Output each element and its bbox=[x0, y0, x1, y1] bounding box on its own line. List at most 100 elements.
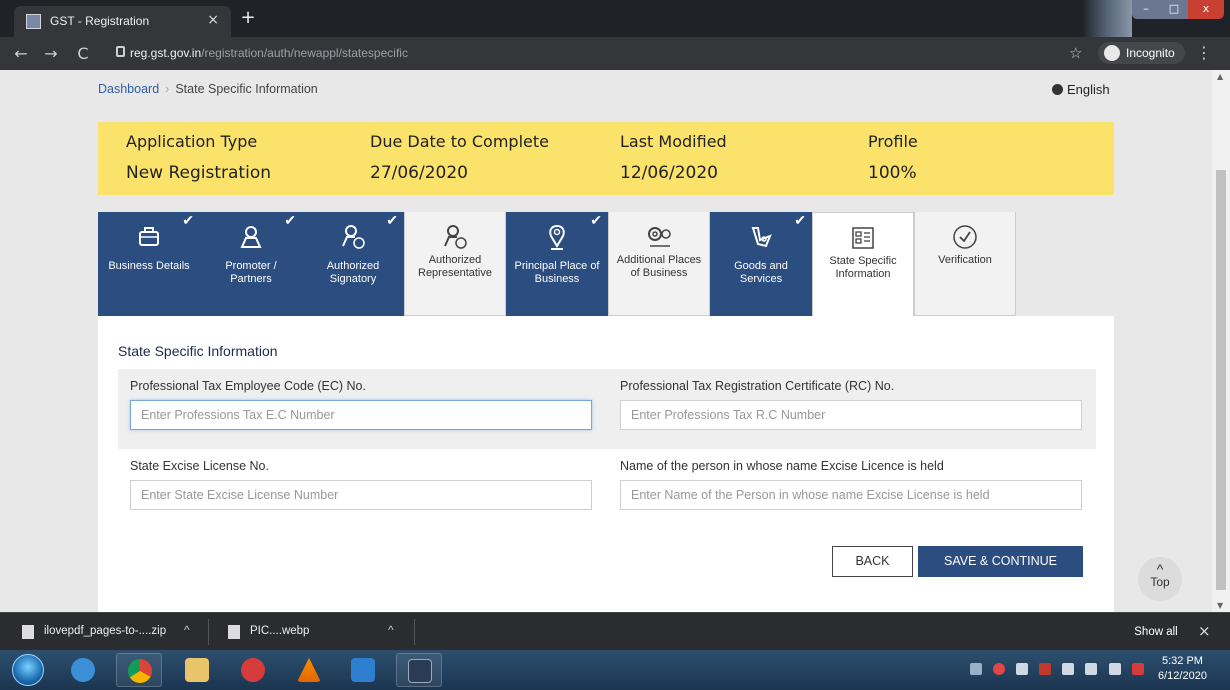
save-continue-button[interactable]: SAVE & CONTINUE bbox=[918, 546, 1083, 577]
multi-location-icon bbox=[609, 222, 709, 252]
forward-arrow-icon[interactable]: → bbox=[42, 44, 60, 63]
summary-label: Last Modified bbox=[620, 132, 727, 151]
scroll-to-top-button[interactable]: ^ Top bbox=[1138, 557, 1182, 601]
breadcrumb-separator: › bbox=[165, 82, 170, 96]
flag-icon[interactable] bbox=[1131, 663, 1144, 675]
chrome-icon bbox=[128, 659, 152, 683]
download-item[interactable]: PIC....webp ^ bbox=[228, 613, 408, 651]
image-file-icon bbox=[228, 625, 240, 639]
excise-holder-name-input[interactable]: Enter Name of the Person in whose name E… bbox=[620, 480, 1082, 510]
volume-icon[interactable] bbox=[1108, 663, 1121, 675]
incognito-badge[interactable]: Incognito bbox=[1098, 42, 1185, 64]
breadcrumb: Dashboard › State Specific Information bbox=[98, 82, 318, 96]
vlc-taskbar-button[interactable] bbox=[286, 653, 332, 687]
divider bbox=[414, 619, 415, 645]
summary-label: Due Date to Complete bbox=[370, 132, 549, 151]
os-taskbar: 5:32 PM 6/12/2020 bbox=[0, 650, 1230, 690]
url-text: reg.gst.gov.in/registration/auth/newappl… bbox=[130, 46, 408, 60]
back-arrow-icon[interactable]: ← bbox=[12, 44, 30, 63]
tab-close-icon[interactable]: × bbox=[207, 12, 219, 28]
system-tray bbox=[970, 660, 1150, 680]
step-state-specific[interactable]: State Specific Information bbox=[812, 212, 914, 316]
reload-icon[interactable]: C bbox=[74, 44, 92, 63]
address-bar[interactable]: reg.gst.gov.in/registration/auth/newappl… bbox=[104, 41, 1104, 66]
application-summary-banner: Application Type New Registration Due Da… bbox=[98, 122, 1114, 195]
lock-icon bbox=[116, 46, 125, 57]
language-selector[interactable]: English bbox=[1052, 82, 1110, 97]
state-specific-form: State Specific Information Professional … bbox=[98, 316, 1114, 612]
ec-number-input[interactable]: Enter Professions Tax E.C Number bbox=[130, 400, 592, 430]
system-clock[interactable]: 5:32 PM 6/12/2020 bbox=[1158, 654, 1207, 684]
browser-menu-icon[interactable]: ⋮ bbox=[1196, 43, 1212, 62]
list-icon bbox=[813, 223, 913, 253]
window-close-button[interactable]: x bbox=[1188, 0, 1224, 19]
chevron-up-icon[interactable]: ^ bbox=[184, 623, 190, 637]
minimize-button[interactable]: – bbox=[1132, 0, 1160, 19]
bookmark-star-icon[interactable]: ☆ bbox=[1069, 44, 1082, 62]
file-explorer-taskbar-button[interactable] bbox=[174, 653, 220, 687]
step-goods-services[interactable]: ✔ Goods and Services bbox=[710, 212, 812, 316]
excise-license-label: State Excise License No. bbox=[130, 459, 269, 473]
step-authorized-representative[interactable]: Authorized Representative bbox=[404, 212, 506, 316]
back-button[interactable]: BACK bbox=[832, 546, 913, 577]
browser-tab[interactable]: GST - Registration × bbox=[14, 6, 231, 37]
chrome-taskbar-button[interactable] bbox=[116, 653, 162, 687]
step-authorized-signatory[interactable]: ✔ Authorized Signatory bbox=[302, 212, 404, 316]
step-verification[interactable]: Verification bbox=[914, 212, 1016, 316]
breadcrumb-dashboard-link[interactable]: Dashboard bbox=[98, 82, 159, 96]
step-label: Business Details bbox=[108, 260, 190, 272]
step-promoter-partners[interactable]: ✔ Promoter / Partners bbox=[200, 212, 302, 316]
rc-number-input[interactable]: Enter Professions Tax R.C Number bbox=[620, 400, 1082, 430]
summary-due-date: Due Date to Complete 27/06/2020 bbox=[370, 132, 549, 183]
chevron-up-icon[interactable]: ^ bbox=[388, 623, 394, 637]
network-icon[interactable] bbox=[1062, 663, 1075, 675]
step-additional-places[interactable]: Additional Places of Business bbox=[608, 212, 710, 316]
summary-last-modified: Last Modified 12/06/2020 bbox=[620, 132, 727, 183]
app-taskbar-button[interactable] bbox=[230, 653, 276, 687]
zip-file-icon bbox=[22, 625, 34, 639]
antivirus-icon[interactable] bbox=[1039, 663, 1052, 675]
media-player-icon bbox=[351, 658, 375, 682]
incognito-icon bbox=[1104, 45, 1120, 61]
internet-explorer-taskbar-button[interactable] bbox=[60, 653, 106, 687]
incognito-label: Incognito bbox=[1126, 46, 1175, 60]
step-business-details[interactable]: ✔ Business Details bbox=[98, 212, 200, 316]
summary-application-type: Application Type New Registration bbox=[126, 132, 271, 183]
ec-number-label: Professional Tax Employee Code (EC) No. bbox=[130, 379, 366, 393]
browser-toolbar: ← → C reg.gst.gov.in/registration/auth/n… bbox=[0, 37, 1230, 70]
step-label: Verification bbox=[938, 254, 992, 266]
site-favicon-icon bbox=[26, 14, 41, 29]
summary-value: 12/06/2020 bbox=[620, 163, 718, 183]
download-item[interactable]: ilovepdf_pages-to-....zip ^ bbox=[22, 613, 202, 651]
tab-title: GST - Registration bbox=[50, 14, 150, 28]
summary-value: 100% bbox=[868, 163, 917, 183]
window-frame-decoration bbox=[1082, 0, 1132, 37]
scrollbar-thumb[interactable] bbox=[1216, 170, 1226, 590]
tray-icon[interactable] bbox=[993, 663, 1006, 675]
registration-steps: ✔ Business Details ✔ Promoter / Partners… bbox=[98, 212, 1016, 316]
bluetooth-icon[interactable] bbox=[1016, 663, 1029, 675]
summary-value: New Registration bbox=[126, 163, 271, 183]
breadcrumb-current: State Specific Information bbox=[175, 82, 318, 96]
caret-up-icon: ^ bbox=[1156, 561, 1164, 577]
close-downloads-icon[interactable]: × bbox=[1198, 622, 1211, 640]
scroll-down-icon[interactable]: ▼ bbox=[1217, 601, 1223, 610]
excise-license-input[interactable]: Enter State Excise License Number bbox=[130, 480, 592, 510]
globe-icon bbox=[1052, 84, 1063, 95]
step-principal-place[interactable]: ✔ Principal Place of Business bbox=[506, 212, 608, 316]
page-scrollbar[interactable]: ▲ ▼ bbox=[1212, 70, 1230, 612]
scroll-up-icon[interactable]: ▲ bbox=[1217, 72, 1223, 81]
clock-time: 5:32 PM bbox=[1161, 655, 1203, 667]
tray-icon[interactable] bbox=[970, 663, 982, 675]
downloads-bar: ilovepdf_pages-to-....zip ^ PIC....webp … bbox=[0, 612, 1230, 650]
signal-icon[interactable] bbox=[1085, 663, 1098, 675]
maximize-button[interactable]: □ bbox=[1160, 0, 1188, 19]
media-player-taskbar-button[interactable] bbox=[340, 653, 386, 687]
form-title: State Specific Information bbox=[118, 343, 278, 359]
step-label: Principal Place of Business bbox=[514, 260, 600, 285]
new-tab-button[interactable]: + bbox=[238, 9, 258, 29]
remote-app-taskbar-button[interactable] bbox=[396, 653, 442, 687]
step-label: Goods and Services bbox=[734, 260, 788, 285]
start-button[interactable] bbox=[12, 654, 44, 686]
show-all-downloads-button[interactable]: Show all bbox=[1122, 621, 1190, 643]
